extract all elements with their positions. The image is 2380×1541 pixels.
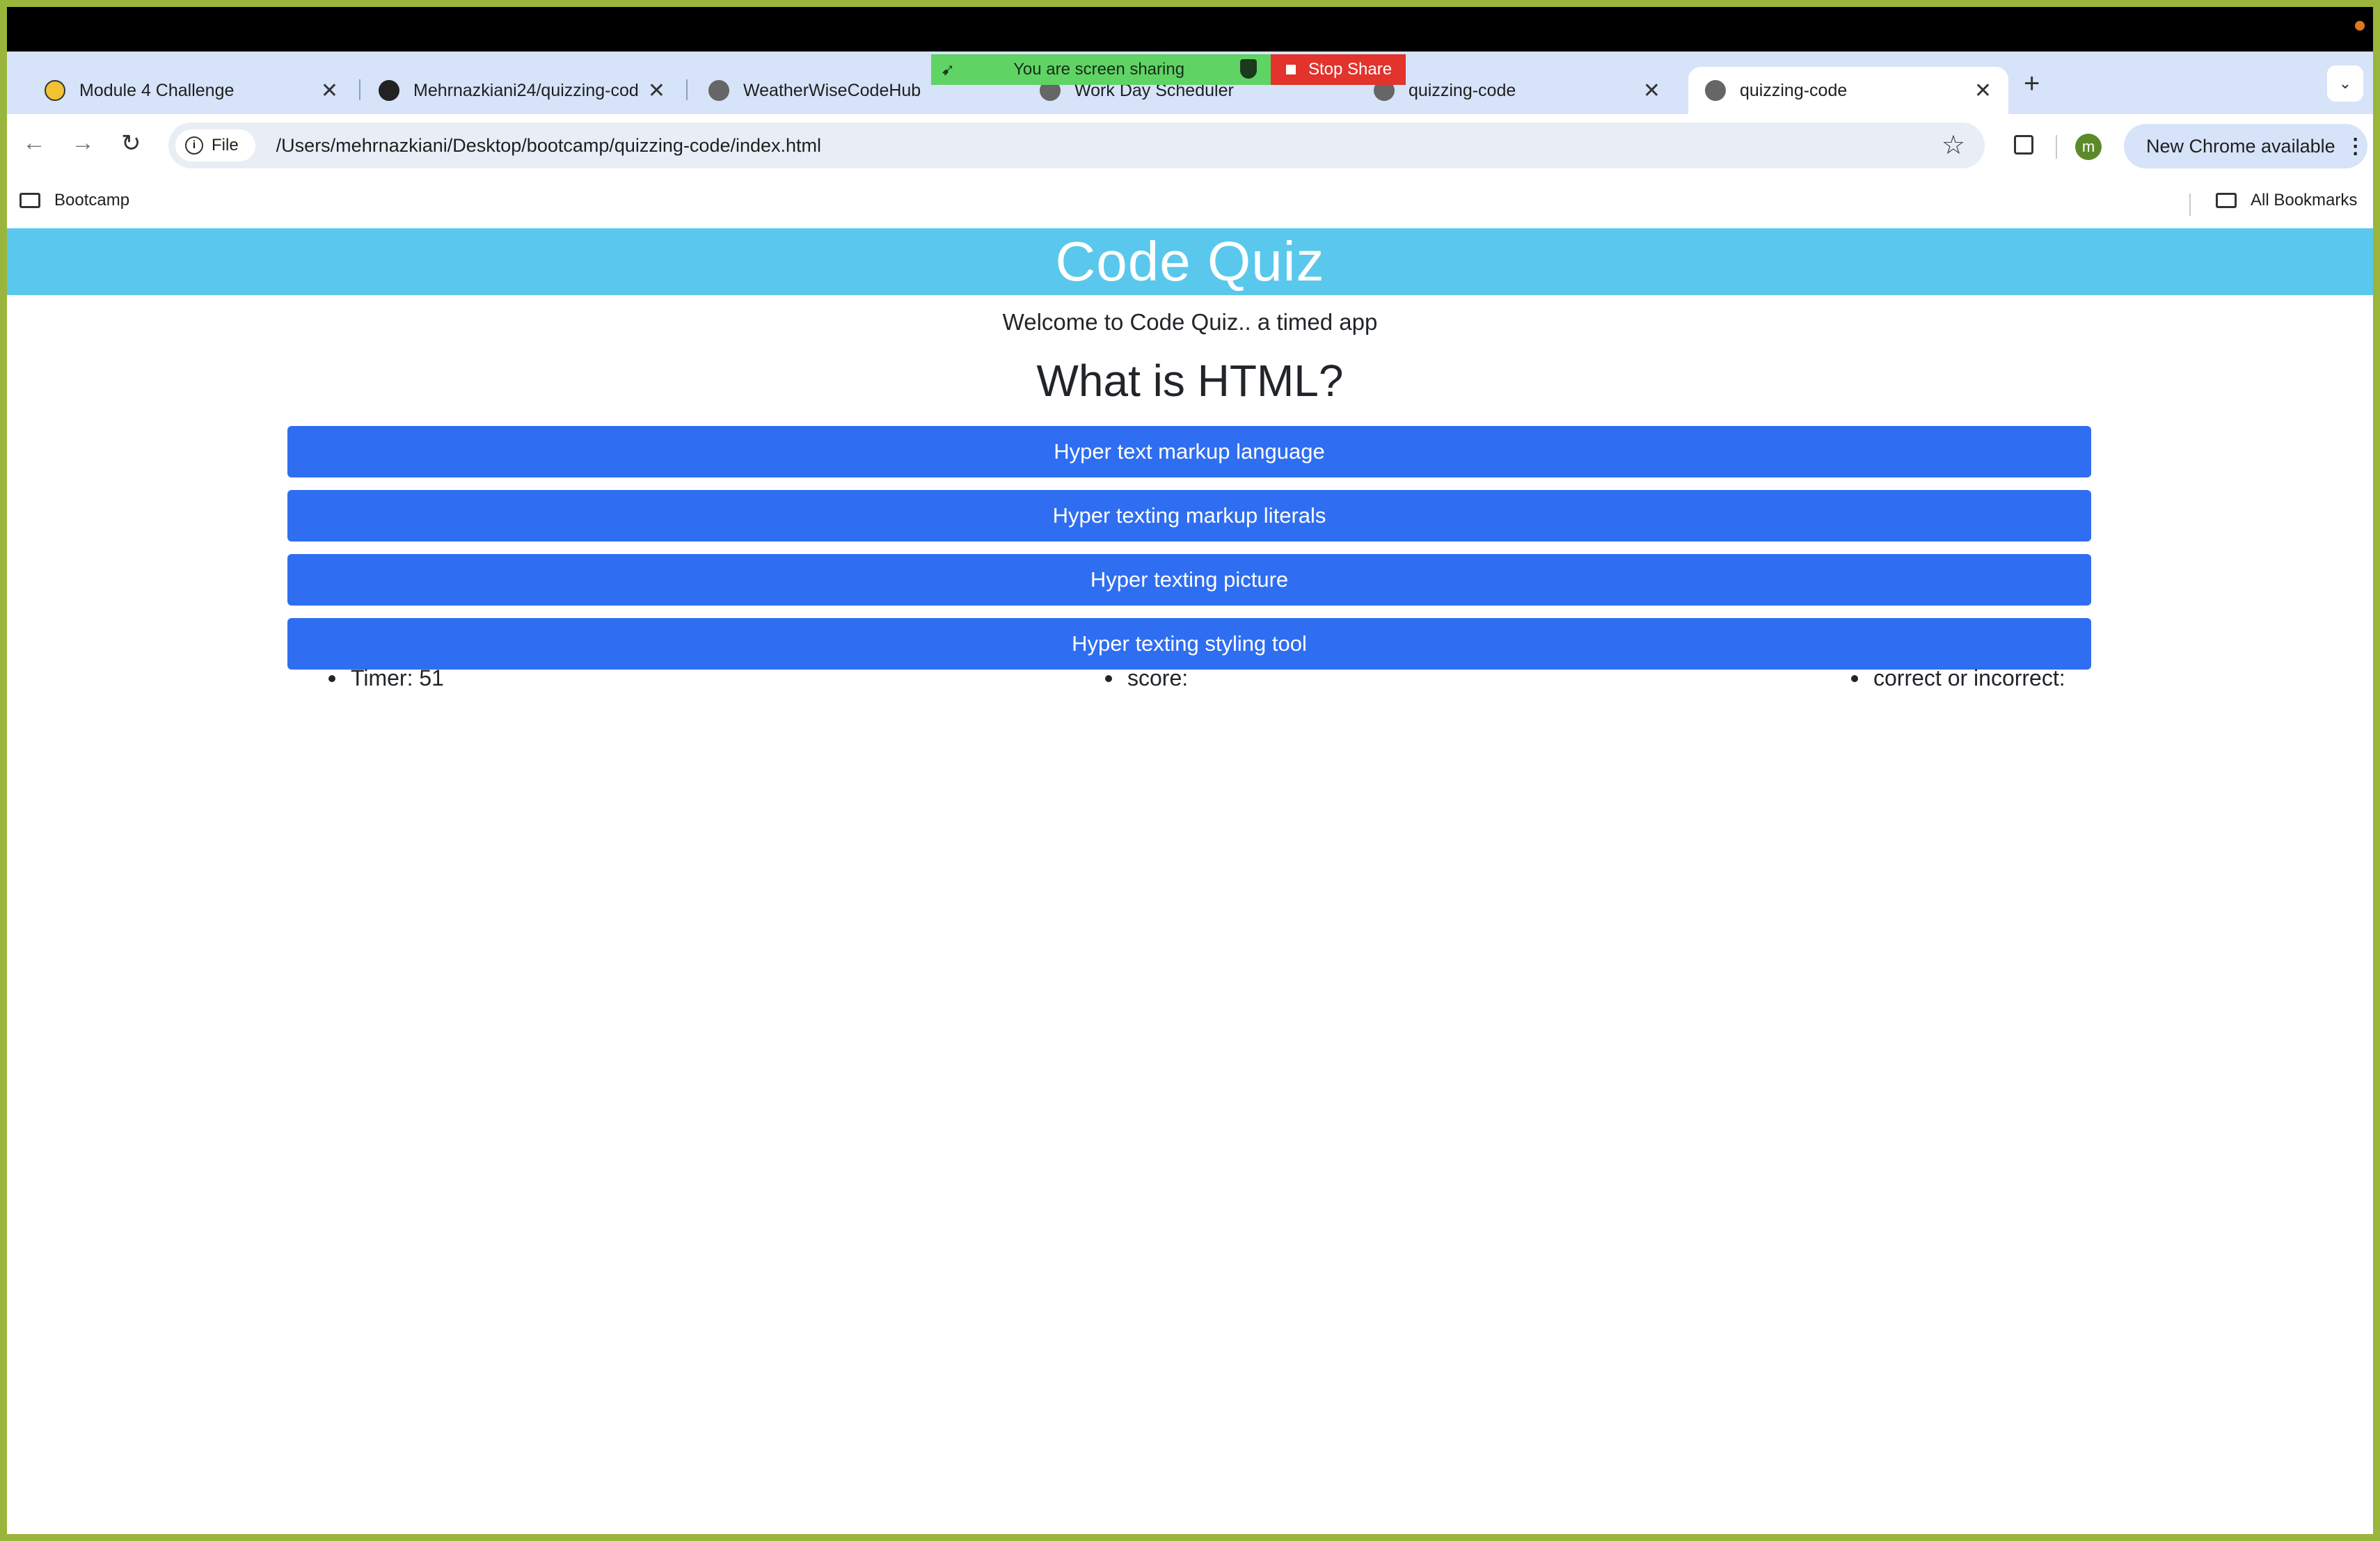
score-item: score: xyxy=(1105,665,1188,691)
bookmark-separator xyxy=(2189,193,2191,216)
avatar[interactable]: m xyxy=(2075,134,2102,160)
omnibox[interactable]: i File /Users/mehrnazkiani/Desktop/bootc… xyxy=(168,123,1985,168)
info-icon: i xyxy=(185,136,203,155)
stop-share-button[interactable]: Stop Share xyxy=(1271,54,1406,85)
close-icon[interactable]: ✕ xyxy=(321,79,338,103)
close-icon[interactable]: ✕ xyxy=(1974,79,1992,103)
star-icon[interactable]: ☆ xyxy=(1942,129,1965,161)
tab-title: quizzing-code xyxy=(1740,80,1848,100)
score-text: score: xyxy=(1127,665,1189,690)
quiz-header: Code Quiz xyxy=(7,228,2373,295)
window-frame: Module 4 Challenge ✕ Mehrnazkiani24/quiz… xyxy=(7,7,2373,1534)
leaf-icon: ➹ xyxy=(941,60,955,79)
tab-github-repo[interactable]: Mehrnazkiani24/quizzing-code ✕ xyxy=(362,67,682,114)
site-info-chip[interactable]: i File xyxy=(175,129,255,161)
tab-separator xyxy=(686,79,688,100)
tab-module-4[interactable]: Module 4 Challenge ✕ xyxy=(28,67,355,114)
answer-button-3[interactable]: Hyper texting picture xyxy=(287,554,2091,606)
bookmarks-bar: Bootcamp All Bookmarks xyxy=(7,180,2373,228)
globe-icon xyxy=(708,80,729,101)
answer-button-4[interactable]: Hyper texting styling tool xyxy=(287,618,2091,670)
toolbar-separator xyxy=(2056,135,2057,159)
bullet-icon xyxy=(328,674,335,682)
screen-share-banner: ➹ You are screen sharing Stop Share xyxy=(931,54,1406,85)
extensions-icon[interactable] xyxy=(2014,135,2033,155)
correctness-item: correct or incorrect: xyxy=(1851,665,2065,691)
lego-favicon xyxy=(45,80,65,101)
tab-title: Module 4 Challenge xyxy=(79,80,235,100)
answer-button-1[interactable]: Hyper text markup language xyxy=(287,426,2091,477)
screen-share-message: You are screen sharing xyxy=(1013,60,1185,79)
bookmark-folder-all[interactable]: All Bookmarks xyxy=(2216,191,2357,210)
stop-square-icon xyxy=(1286,65,1296,74)
address-bar-row: ← → ↻ i File /Users/mehrnazkiani/Desktop… xyxy=(7,114,2373,180)
shield-icon xyxy=(1240,59,1257,79)
bookmark-label: Bootcamp xyxy=(54,191,130,210)
close-icon[interactable]: ✕ xyxy=(1643,79,1660,103)
page-title: Code Quiz xyxy=(1055,230,1325,292)
tab-title: quizzing-code xyxy=(1409,80,1516,100)
globe-icon xyxy=(1705,80,1726,101)
question-text: What is HTML? xyxy=(1036,356,1344,406)
forward-arrow-icon[interactable]: → xyxy=(71,129,95,157)
folder-icon xyxy=(19,193,40,208)
bookmark-folder-bootcamp[interactable]: Bootcamp xyxy=(19,191,129,210)
close-icon[interactable]: ✕ xyxy=(648,79,665,103)
answer-list: Hyper text markup language Hyper texting… xyxy=(287,426,2091,682)
recording-dot-icon xyxy=(2355,21,2365,31)
correctness-text: correct or incorrect: xyxy=(1873,665,2065,690)
timer-text: Timer: 51 xyxy=(351,665,444,690)
bookmark-label: All Bookmarks xyxy=(2251,191,2358,210)
url-text[interactable]: /Users/mehrnazkiani/Desktop/bootcamp/qui… xyxy=(276,135,821,157)
chevron-down-icon[interactable]: ⌄ xyxy=(2327,65,2363,102)
bullet-icon xyxy=(1105,674,1112,682)
welcome-text: Welcome to Code Quiz.. a timed app xyxy=(1002,309,1378,335)
tab-separator xyxy=(359,79,360,100)
new-chrome-label: New Chrome available xyxy=(2146,135,2335,157)
top-black-bar xyxy=(7,7,2373,52)
site-info-label: File xyxy=(212,136,239,155)
plus-icon[interactable]: + xyxy=(2024,68,2040,100)
new-chrome-button[interactable]: New Chrome available ⋮ xyxy=(2124,124,2367,168)
github-icon xyxy=(379,80,399,101)
stop-share-label: Stop Share xyxy=(1308,60,1393,79)
back-arrow-icon[interactable]: ← xyxy=(22,129,46,157)
screen-share-status: ➹ You are screen sharing xyxy=(931,54,1271,85)
more-options-icon[interactable]: ⋮ xyxy=(2345,134,2366,159)
tab-quizzing-code-active[interactable]: quizzing-code ✕ xyxy=(1688,67,2008,114)
bullet-icon xyxy=(1851,674,1858,682)
reload-icon[interactable]: ↻ xyxy=(121,129,141,157)
folder-icon xyxy=(2216,193,2237,208)
timer-item: Timer: 51 xyxy=(328,665,444,691)
page-content: Code Quiz Welcome to Code Quiz.. a timed… xyxy=(7,228,2373,1534)
tab-title: Mehrnazkiani24/quizzing-code xyxy=(413,80,640,100)
answer-button-2[interactable]: Hyper texting markup literals xyxy=(287,490,2091,542)
